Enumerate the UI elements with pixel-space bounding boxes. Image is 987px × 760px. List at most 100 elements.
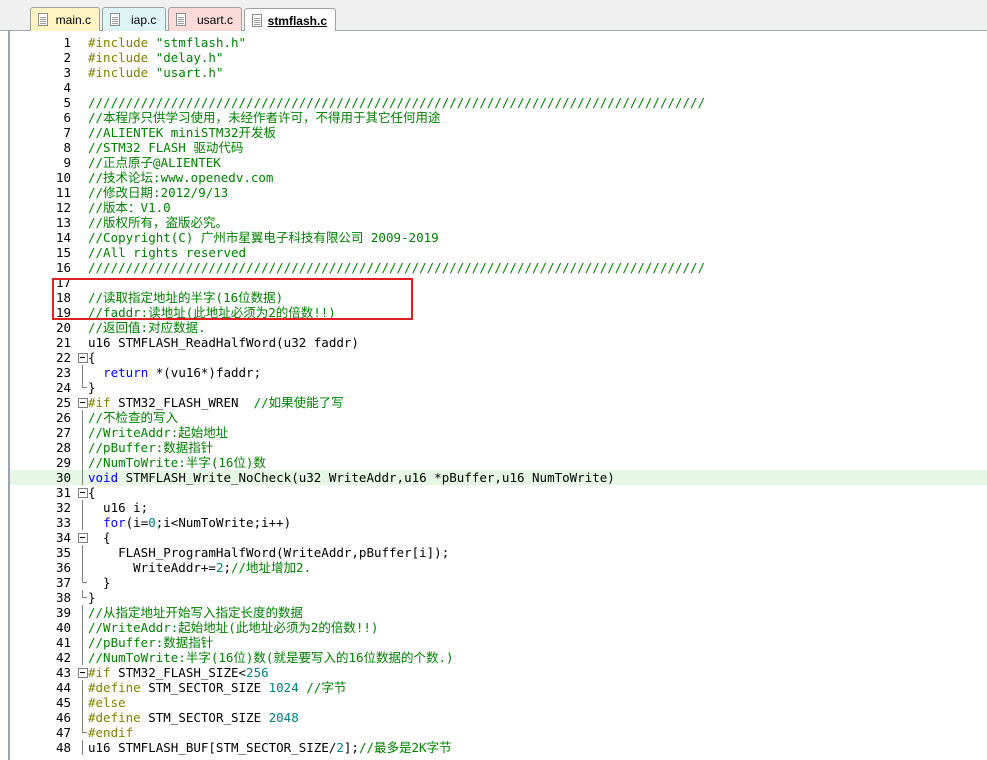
fold-guide [78,410,88,425]
code-text: //ALIENTEK miniSTM32开发板 [88,125,276,140]
code-token: //All rights reserved [88,245,247,260]
line-number: 1 [63,35,71,50]
tab-label: main.c [55,12,91,27]
code-line[interactable]: 30 void STMFLASH_Write_NoCheck(u32 WriteA… [10,470,987,485]
line-number: 28 [55,440,71,455]
code-token: //从指定地址开始写入指定长度的数据 [88,605,304,620]
code-line[interactable]: 47 #endif [10,725,987,740]
code-text: //pBuffer:数据指针 [88,440,213,455]
code-line[interactable]: 2 #include "delay.h" [10,50,987,65]
code-line[interactable]: 7 //ALIENTEK miniSTM32开发板 [10,125,987,140]
code-token: 2048 [268,710,299,725]
code-line[interactable]: 43 #if STM32_FLASH_SIZE<256 [10,665,987,680]
code-line[interactable]: 11 //修改日期:2012/9/13 [10,185,987,200]
code-line[interactable]: 8 //STM32 FLASH 驱动代码 [10,140,987,155]
code-line[interactable]: 21 u16 STMFLASH_ReadHalfWord(u32 faddr) [10,335,987,350]
fold-toggle-icon[interactable] [78,395,88,410]
code-text: } [88,575,111,590]
line-number: 22 [55,350,71,365]
tab-iap-c[interactable]: iap.c [102,7,166,31]
code-line[interactable]: 33 for(i=0;i<NumToWrite;i++) [10,515,987,530]
code-line[interactable]: 40 //WriteAddr:起始地址(此地址必须为2的倍数!!) [10,620,987,635]
code-line[interactable]: 32 u16 i; [10,500,987,515]
code-token: { [88,485,96,500]
code-line[interactable]: 44 #define STM_SECTOR_SIZE 1024 //字节 [10,680,987,695]
code-line[interactable]: 13 //版权所有，盗版必究。 [10,215,987,230]
code-token: //Copyright(C) 广州市星翼电子科技有限公司 2009-2019 [88,230,439,245]
code-line[interactable]: 24} [10,380,987,395]
code-line[interactable]: 41 //pBuffer:数据指针 [10,635,987,650]
line-number: 3 [63,65,71,80]
code-line[interactable]: 12 //版本：V1.0 [10,200,987,215]
code-token: STMFLASH_Write_NoCheck(u32 WriteAddr,u16… [118,470,615,485]
code-text: //版本：V1.0 [88,200,171,215]
code-line[interactable]: 3 #include "usart.h" [10,65,987,80]
code-line[interactable]: 26 //不检查的写入 [10,410,987,425]
code-line[interactable]: 14 //Copyright(C) 广州市星翼电子科技有限公司 2009-2019 [10,230,987,245]
code-token: //不检查的写入 [88,410,179,425]
code-token: //本程序只供学习使用，未经作者许可，不得用于其它任何用途 [88,110,441,125]
code-text: #define STM_SECTOR_SIZE 1024 //字节 [88,680,346,695]
line-number: 19 [55,305,71,320]
code-line[interactable]: 9 //正点原子@ALIENTEK [10,155,987,170]
code-text: //读取指定地址的半字(16位数据) [88,290,283,305]
code-editor[interactable]: 1 #include "stmflash.h" 2 #include "delay.h… [8,31,987,760]
fold-guide [78,650,88,665]
code-line[interactable]: 34 { [10,530,987,545]
code-line[interactable]: 39 //从指定地址开始写入指定长度的数据 [10,605,987,620]
code-line[interactable]: 6 //本程序只供学习使用，未经作者许可，不得用于其它任何用途 [10,110,987,125]
code-line[interactable]: 37 } [10,575,987,590]
code-token: "usart.h" [155,65,224,80]
code-line[interactable]: 27 //WriteAddr:起始地址 [10,425,987,440]
code-line[interactable]: 23 return *(vu16*)faddr; [10,365,987,380]
tab-stmflash-c[interactable]: stmflash.c [244,8,336,32]
line-number: 47 [55,725,71,740]
fold-guide [78,455,88,470]
code-line[interactable]: 4 [10,80,987,95]
fold-toggle-icon[interactable] [78,350,88,365]
code-line[interactable]: 31 { [10,485,987,500]
fold-toggle-icon[interactable] [78,665,88,680]
line-number: 35 [55,545,71,560]
code-line[interactable]: 25 #if STM32_FLASH_WREN //如果使能了写 [10,395,987,410]
fold-guide [78,365,88,380]
code-line[interactable]: 20 //返回值:对应数据. [10,320,987,335]
code-line[interactable]: 17 [10,275,987,290]
code-line[interactable]: 19 //faddr:读地址(此地址必须为2的倍数!!) [10,305,987,320]
code-text: //修改日期:2012/9/13 [88,185,228,200]
code-line[interactable]: 45 #else [10,695,987,710]
code-line[interactable]: 18 //读取指定地址的半字(16位数据) [10,290,987,305]
code-line[interactable]: 46 #define STM_SECTOR_SIZE 2048 [10,710,987,725]
tab-main-c[interactable]: main.c [30,7,100,31]
code-line[interactable]: 42 //NumToWrite:半字(16位)数(就是要写入的16位数据的个数.) [10,650,987,665]
code-line[interactable]: 28 //pBuffer:数据指针 [10,440,987,455]
code-line[interactable]: 5 ///////////////////////////////////////… [10,95,987,110]
tab-usart-c[interactable]: usart.c [168,7,242,31]
code-line[interactable]: 29 //NumToWrite:半字(16位)数 [10,455,987,470]
c-file-icon [251,13,262,28]
code-text: //faddr:读地址(此地址必须为2的倍数!!) [88,305,336,320]
code-line[interactable]: 10 //技术论坛:www.openedv.com [10,170,987,185]
code-text: //NumToWrite:半字(16位)数(就是要写入的16位数据的个数.) [88,650,454,665]
fold-guide [78,680,88,695]
code-token: "delay.h" [155,50,224,65]
code-line[interactable]: 22 { [10,350,987,365]
line-number: 34 [55,530,71,545]
code-line[interactable]: 48 u16 STMFLASH_BUF[STM_SECTOR_SIZE/2];//… [10,740,987,755]
code-line[interactable]: 1 #include "stmflash.h" [10,35,987,50]
line-number: 9 [63,155,71,170]
code-token: STM32_FLASH_WREN [110,395,254,410]
code-line[interactable]: 38} [10,590,987,605]
code-text: //NumToWrite:半字(16位)数 [88,455,266,470]
code-token: //版本：V1.0 [88,200,171,215]
code-token: //最多是2K字节 [358,740,452,755]
code-text: u16 STMFLASH_ReadHalfWord(u32 faddr) [88,335,359,350]
code-line[interactable]: 15 //All rights reserved [10,245,987,260]
code-line[interactable]: 36 WriteAddr+=2;//地址增加2. [10,560,987,575]
fold-toggle-icon[interactable] [78,485,88,500]
code-line[interactable]: 16 //////////////////////////////////////… [10,260,987,275]
code-token: //版权所有，盗版必究。 [88,215,229,230]
fold-toggle-icon[interactable] [78,530,88,545]
code-line[interactable]: 35 FLASH_ProgramHalfWord(WriteAddr,pBuff… [10,545,987,560]
code-token: //修改日期:2012/9/13 [88,185,229,200]
